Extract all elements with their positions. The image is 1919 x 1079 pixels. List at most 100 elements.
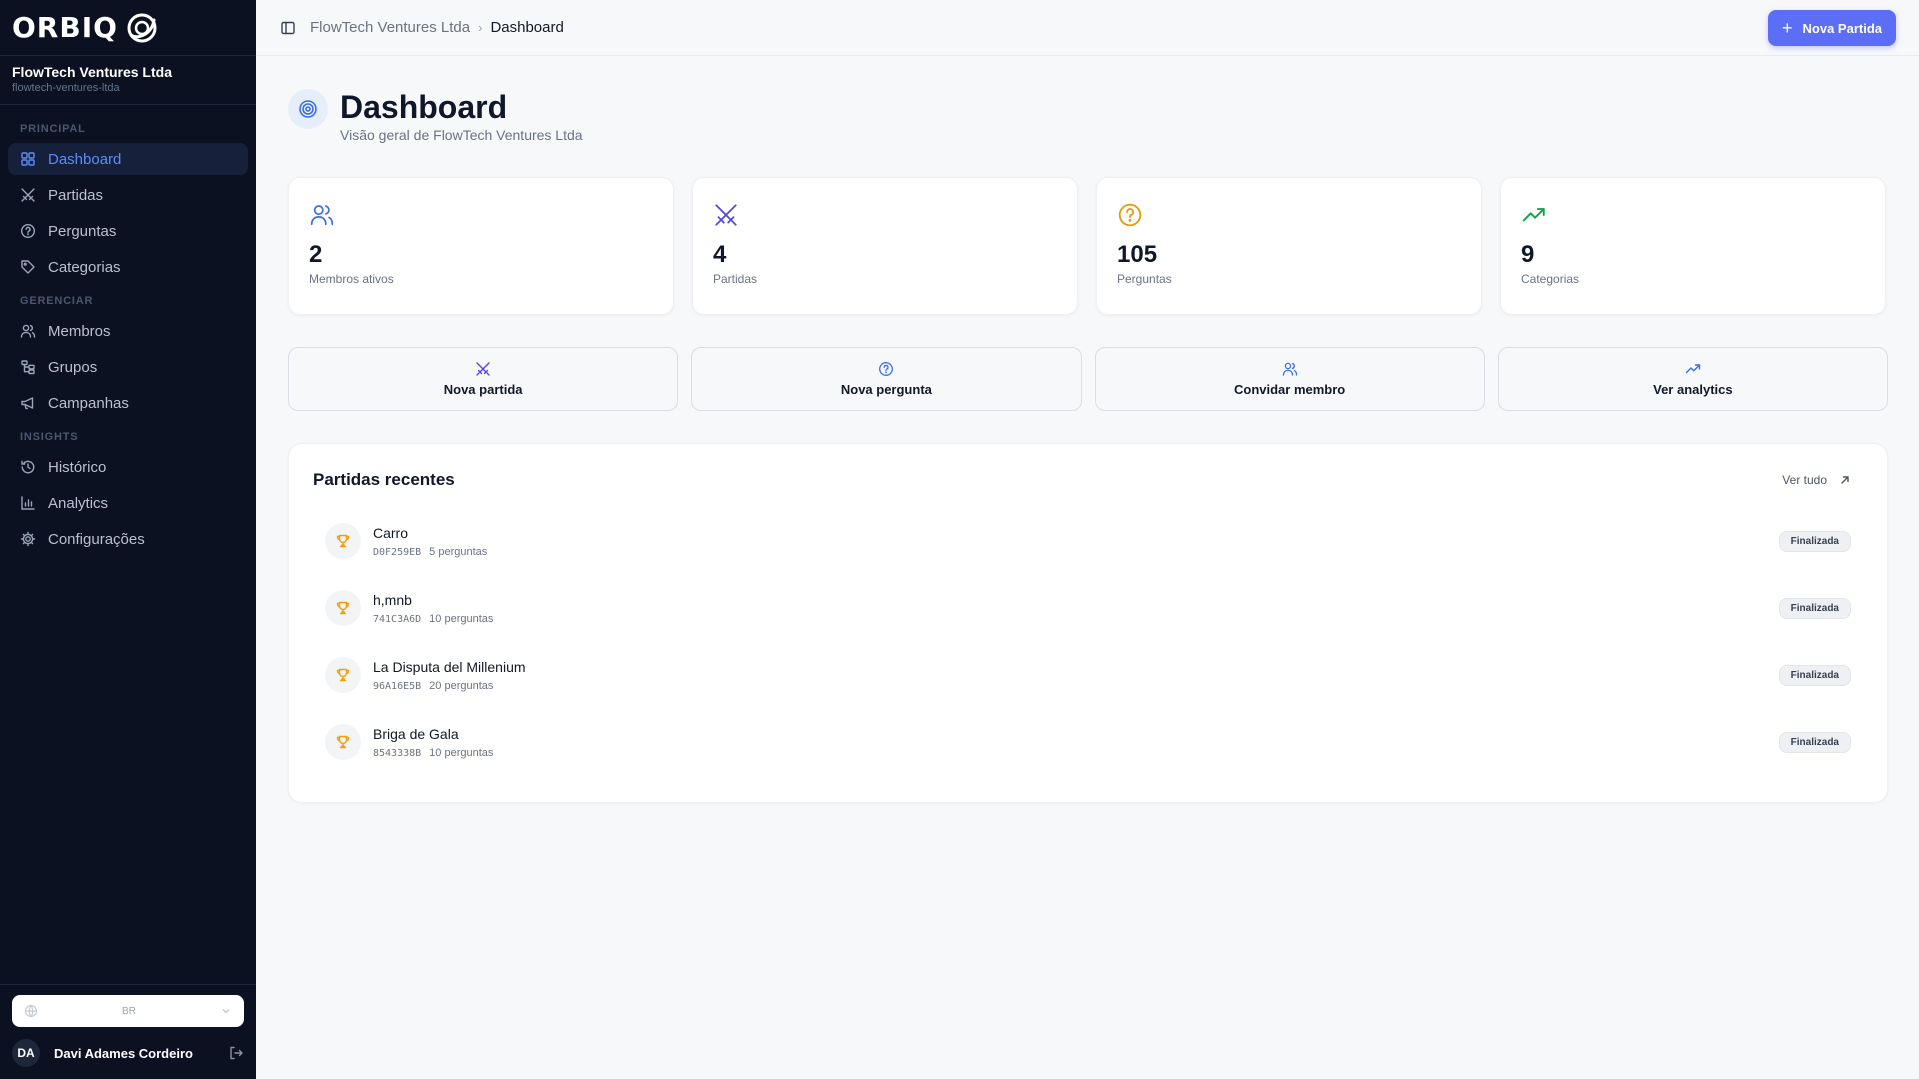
- sidebar-toggle-icon[interactable]: [280, 20, 296, 36]
- match-code: 741C3A6D: [373, 613, 422, 625]
- stat-value: 4: [713, 241, 727, 268]
- globe-icon: [24, 1004, 38, 1018]
- list-item[interactable]: h,mnb 741C3A6D 10 perguntas Finalizada: [325, 583, 1851, 633]
- swords-icon: [21, 188, 35, 202]
- sidebar-item-configuracoes[interactable]: Configurações: [8, 523, 248, 555]
- sidebar-item-grupos[interactable]: Grupos: [8, 351, 248, 383]
- target-icon: [288, 89, 328, 129]
- trophy-icon: [325, 657, 361, 693]
- topbar: FlowTech Ventures Ltda › Dashboard + Nov…: [256, 0, 1919, 56]
- match-name: La Disputa del Millenium: [373, 658, 526, 675]
- stat-label: Partidas: [713, 272, 758, 286]
- question-circle-icon: [20, 223, 36, 239]
- sidebar-item-label: Partidas: [48, 186, 104, 204]
- nav-section-principal: PRINCIPAL: [20, 123, 86, 135]
- avatar: DA: [12, 1039, 40, 1067]
- see-all-label: Ver tudo: [1782, 473, 1827, 487]
- breadcrumb-current: Dashboard: [490, 19, 564, 36]
- sidebar-item-perguntas[interactable]: Perguntas: [8, 215, 248, 247]
- quick-action-label: Convidar membro: [1234, 382, 1346, 397]
- users-icon: [310, 205, 334, 226]
- quick-actions: Nova partida Nova pergunta Convidar memb…: [288, 347, 1888, 411]
- gear-icon: [20, 531, 36, 547]
- sidebar-footer: BR DA Davi Adames Cordeiro: [0, 984, 256, 1079]
- status-badge: Finalizada: [1778, 597, 1851, 619]
- arrow-up-right-icon: [1841, 476, 1849, 484]
- nav-section-gerenciar: GERENCIAR: [20, 295, 94, 307]
- sidebar-item-label: Dashboard: [48, 150, 122, 168]
- user-menu[interactable]: DA Davi Adames Cordeiro: [12, 1035, 244, 1071]
- quick-action-label: Nova partida: [443, 382, 523, 397]
- logout-icon[interactable]: [228, 1045, 244, 1061]
- stat-value: 2: [309, 241, 323, 268]
- question-circle-icon: [1118, 203, 1142, 227]
- bar-chart-icon: [21, 496, 35, 510]
- stat-label: Perguntas: [1117, 272, 1172, 286]
- quick-action-invite-member[interactable]: Convidar membro: [1094, 347, 1485, 411]
- new-match-label: Nova Partida: [1802, 20, 1882, 36]
- page-title: Dashboard: [340, 89, 508, 125]
- trophy-icon: [325, 724, 361, 760]
- status-badge: Finalizada: [1778, 530, 1851, 552]
- list-item[interactable]: Carro D0F259EB 5 perguntas Finalizada: [325, 516, 1851, 566]
- swords-icon: [476, 362, 490, 376]
- recent-matches-card: Partidas recentes Ver tudo Carro D0F259E…: [288, 443, 1888, 803]
- status-badge: Finalizada: [1778, 664, 1851, 686]
- see-all-link[interactable]: Ver tudo: [1782, 473, 1851, 487]
- sidebar-item-label: Perguntas: [48, 222, 117, 240]
- list-item[interactable]: La Disputa del Millenium 96A16E5B 20 perg…: [325, 650, 1851, 700]
- match-code: 8543338B: [373, 747, 422, 759]
- status-badge: Finalizada: [1778, 731, 1851, 753]
- quick-action-view-analytics[interactable]: Ver analytics: [1497, 347, 1888, 411]
- hierarchy-icon: [21, 360, 35, 375]
- main-content: Dashboard Visão geral de FlowTech Ventur…: [288, 56, 1888, 803]
- match-question-count: 5 perguntas: [429, 545, 488, 558]
- match-code: 96A16E5B: [373, 680, 422, 692]
- history-icon: [21, 460, 35, 474]
- logo[interactable]: ORBIQ: [0, 0, 256, 56]
- sidebar-item-partidas[interactable]: Partidas: [8, 179, 248, 211]
- sidebar-item-campanhas[interactable]: Campanhas: [8, 387, 248, 419]
- plus-icon: +: [1782, 17, 1793, 38]
- stat-value: 105: [1117, 241, 1158, 268]
- match-code: D0F259EB: [373, 546, 422, 558]
- quick-action-new-match[interactable]: Nova partida: [288, 347, 679, 411]
- logo-text: ORBIQ: [12, 11, 118, 44]
- sidebar-item-analytics[interactable]: Analytics: [8, 487, 248, 519]
- trending-up-icon: [1685, 364, 1701, 374]
- users-icon: [20, 324, 36, 338]
- breadcrumb: FlowTech Ventures Ltda › Dashboard: [310, 19, 564, 36]
- sidebar-item-dashboard[interactable]: Dashboard: [8, 143, 248, 175]
- users-icon: [1282, 362, 1297, 376]
- sidebar-item-label: Grupos: [48, 358, 98, 376]
- org-slug: flowtech-ventures-ltda: [12, 82, 120, 94]
- sidebar-item-label: Histórico: [48, 458, 107, 476]
- match-name: Briga de Gala: [373, 725, 459, 742]
- new-match-button[interactable]: + Nova Partida: [1768, 10, 1896, 46]
- chevron-down-icon: [222, 1009, 230, 1014]
- breadcrumb-org[interactable]: FlowTech Ventures Ltda: [310, 19, 470, 36]
- org-switcher[interactable]: FlowTech Ventures Ltda flowtech-ventures…: [0, 56, 256, 105]
- sidebar-item-categorias[interactable]: Categorias: [8, 251, 248, 283]
- stat-card-questions: 105 Perguntas: [1096, 177, 1482, 315]
- stat-label: Membros ativos: [309, 272, 394, 286]
- orbit-logo-icon: [127, 13, 157, 42]
- quick-action-new-question[interactable]: Nova pergunta: [691, 347, 1082, 411]
- stat-value: 9: [1521, 241, 1535, 268]
- language-select[interactable]: BR: [12, 995, 244, 1027]
- match-question-count: 20 perguntas: [429, 679, 494, 692]
- page-header: Dashboard Visão geral de FlowTech Ventur…: [288, 88, 1888, 143]
- sidebar-item-membros[interactable]: Membros: [8, 315, 248, 347]
- match-question-count: 10 perguntas: [429, 746, 494, 759]
- stat-card-categories: 9 Categorias: [1500, 177, 1886, 315]
- nav-section-insights: INSIGHTS: [20, 431, 79, 443]
- trending-up-icon: [1522, 208, 1545, 222]
- quick-action-label: Ver analytics: [1653, 382, 1733, 397]
- sidebar-item-label: Membros: [48, 322, 111, 340]
- sidebar-item-historico[interactable]: Histórico: [8, 451, 248, 483]
- list-item[interactable]: Briga de Gala 8543338B 10 perguntas Final…: [325, 717, 1851, 767]
- breadcrumb-separator: ›: [478, 20, 483, 35]
- quick-action-label: Nova pergunta: [840, 382, 932, 397]
- sidebar-item-label: Campanhas: [48, 394, 129, 412]
- page-subtitle: Visão geral de FlowTech Ventures Ltda: [340, 127, 583, 143]
